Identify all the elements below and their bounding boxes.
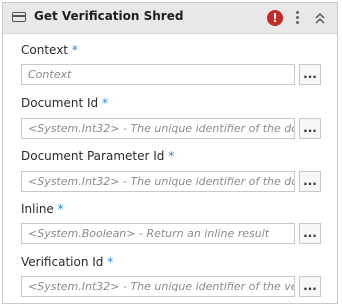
document-id-input[interactable]: <System.Int32> - The unique identifier o… (21, 118, 295, 139)
field-label-document-id: Document Id * (21, 96, 108, 110)
required-marker: * (71, 43, 78, 57)
label-text: Inline (21, 202, 54, 216)
document-parameter-id-browse-button[interactable]: ... (299, 171, 321, 192)
label-text: Verification Id (21, 255, 104, 269)
context-input[interactable]: Context (21, 64, 295, 85)
activity-title: Get Verification Shred (34, 9, 184, 23)
context-browse-button[interactable]: ... (299, 64, 321, 85)
double-chevron-up-icon[interactable] (313, 10, 327, 26)
document-id-browse-button[interactable]: ... (299, 118, 321, 139)
label-text: Document Parameter Id (21, 149, 165, 163)
field-label-verification-id: Verification Id * (21, 255, 113, 269)
activity-window-icon (12, 12, 26, 22)
required-marker: * (57, 202, 64, 216)
label-text: Document Id (21, 96, 99, 110)
required-marker: * (168, 149, 175, 163)
document-parameter-id-input[interactable]: <System.Int32> - The unique identifier o… (21, 171, 295, 192)
label-text: Context (21, 43, 69, 57)
verification-id-input[interactable]: <System.Int32> - The unique identifier o… (21, 276, 295, 297)
activity-header[interactable]: Get Verification Shred ! (3, 3, 337, 34)
field-label-inline: Inline * (21, 202, 64, 216)
inline-input[interactable]: <System.Boolean> - Return an inline resu… (21, 223, 295, 244)
field-label-context: Context * (21, 43, 78, 57)
required-marker: * (101, 96, 108, 110)
error-icon[interactable]: ! (267, 10, 283, 26)
required-marker: * (107, 255, 114, 269)
field-label-document-parameter-id: Document Parameter Id * (21, 149, 174, 163)
verification-id-browse-button[interactable]: ... (299, 276, 321, 297)
inline-browse-button[interactable]: ... (299, 223, 321, 244)
activity-card: Get Verification Shred ! Context * Conte… (2, 2, 338, 304)
more-vertical-icon[interactable] (293, 10, 303, 26)
